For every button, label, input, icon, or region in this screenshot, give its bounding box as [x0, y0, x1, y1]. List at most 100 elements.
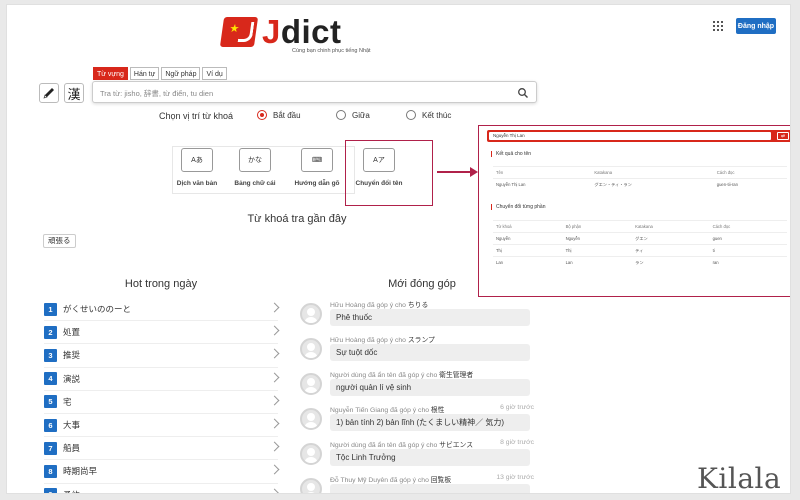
hot-word: 時期尚早	[63, 466, 98, 477]
radio-label: Bắt đầu	[273, 110, 301, 120]
avatar-icon	[300, 303, 322, 325]
feature-translate[interactable]: Aあ Dịch văn bản	[170, 148, 224, 187]
list-item[interactable]: 9 予約	[44, 484, 280, 493]
contributions-title: Mới đóng góp	[388, 278, 456, 290]
rank-badge: 6	[44, 418, 57, 432]
chevron-right-icon	[269, 418, 280, 429]
contributed-word: スランプ	[407, 337, 435, 344]
contributed-word: 回覧板	[430, 477, 452, 484]
table-cell: Nguyễn	[493, 232, 563, 245]
rank-badge: 4	[44, 372, 57, 386]
popup-convert-button[interactable]: ⇄	[777, 132, 789, 140]
contribution-time: 8 giờ trước	[500, 439, 534, 446]
list-item[interactable]: 8 時期尚早	[44, 460, 280, 484]
chevron-right-icon	[269, 348, 280, 359]
rank-badge: 9	[44, 488, 57, 493]
popup-parts-title: Chuyển đổi từng phần	[491, 204, 546, 210]
search-icon[interactable]	[517, 87, 529, 99]
tab-kanji[interactable]: Hán tự	[129, 67, 160, 80]
table-cell: guen	[709, 232, 787, 245]
search-input[interactable]	[100, 86, 500, 100]
hot-word: 船員	[63, 443, 81, 454]
login-button[interactable]: Đăng nhập	[736, 18, 776, 34]
avatar-icon	[300, 338, 322, 360]
logo-mark-icon: ★	[219, 17, 259, 47]
radio-start[interactable]: Bắt đầu	[257, 110, 301, 120]
list-item[interactable]: 2 処置	[44, 321, 280, 345]
chevron-right-icon	[269, 302, 280, 313]
logo-letter: J	[262, 13, 281, 50]
translate-icon: Aあ	[181, 148, 213, 172]
radio-middle[interactable]: Giữa	[336, 110, 370, 120]
feature-typing-guide[interactable]: ⌨ Hướng dẫn gõ	[290, 148, 344, 187]
popup-name-input[interactable]: Nguyễn Thị Lan	[489, 132, 771, 140]
keyboard-icon: ⌨	[301, 148, 333, 172]
contributor: Người dùng đã ẩn tên đã góp ý cho	[330, 372, 438, 379]
pen-icon	[43, 88, 54, 99]
radio-label: Kết thúc	[422, 110, 452, 120]
table-cell: guen-tii-ran	[713, 178, 787, 191]
jdict-logo[interactable]: ★ Jdict Cùng bạn chinh phục tiếng Nhật	[219, 15, 371, 54]
list-item[interactable]: 7 船員	[44, 437, 280, 461]
hot-word: 処置	[63, 327, 81, 338]
contributor: Hữu Hoàng đã góp ý cho	[330, 302, 406, 309]
annotation-highlight-frame	[345, 140, 433, 206]
list-item[interactable]: 4 演説	[44, 368, 280, 391]
contributed-word: 衛生管理者	[439, 372, 474, 379]
feature-label: Bảng chữ cái	[234, 180, 276, 187]
table-cell: ティ	[632, 244, 710, 257]
kilala-watermark: Kilala	[697, 462, 782, 495]
contribution-time: 13 giờ trước	[496, 474, 534, 481]
apps-grid-icon[interactable]	[713, 21, 723, 31]
radio-end[interactable]: Kết thúc	[406, 110, 451, 120]
table-header: Katakana	[591, 166, 714, 179]
radio-dot	[257, 110, 267, 120]
contributed-word: ちりる	[407, 302, 429, 309]
search-box	[92, 81, 537, 103]
rank-badge: 5	[44, 395, 57, 409]
rank-badge: 2	[44, 325, 57, 339]
table-cell: Nguyễn	[562, 232, 633, 245]
recent-search-chip[interactable]: 頑張る	[43, 234, 76, 248]
contribution-text: Sự tuột dốc	[330, 344, 530, 361]
contributor: Đỗ Thuy Mỹ Duyên đã góp ý cho	[330, 477, 429, 484]
tab-grammar[interactable]: Ngữ pháp	[161, 67, 201, 80]
list-item[interactable]: 3 推奨	[44, 344, 280, 368]
tab-vocabulary[interactable]: Từ vựng	[93, 67, 128, 80]
feature-label: Dịch văn bản	[176, 180, 218, 187]
feature-label: Hướng dẫn gõ	[294, 180, 340, 187]
table-header: Tên	[493, 166, 592, 179]
kanji-radical-button[interactable]: 漢	[64, 83, 84, 103]
contributor: Người dùng đã ẩn tên đã góp ý cho	[330, 442, 438, 449]
logo-rest: dict	[280, 13, 342, 50]
hot-word: 推奨	[63, 350, 81, 361]
table-header: Bộ phận	[562, 220, 633, 233]
handwrite-button[interactable]	[39, 83, 59, 103]
contribution-time: 6 giờ trước	[500, 404, 534, 411]
chevron-right-icon	[269, 488, 280, 493]
feature-alphabet[interactable]: かな Bảng chữ cái	[228, 148, 282, 187]
list-item[interactable]: 6 大事	[44, 414, 280, 438]
table-header: Katakana	[632, 220, 710, 233]
table-cell: ti	[709, 244, 787, 257]
radio-dot	[336, 110, 346, 120]
recent-searches-title: Từ khoá tra gần đây	[247, 213, 347, 225]
arrow-head-icon	[470, 167, 478, 177]
contribution-text: Tộc Linh Trưởng	[330, 449, 530, 466]
tab-examples[interactable]: Ví dụ	[202, 67, 227, 80]
logo-tagline: Cùng bạn chinh phục tiếng Nhật	[292, 48, 371, 54]
page: ★ Jdict Cùng bạn chinh phục tiếng Nhật Đ…	[6, 4, 791, 494]
popup-result-table: Tên Katakana Cách đọc Nguyễn Thị Lan グエン…	[493, 166, 787, 191]
contribution-text: 1) bản tính 2) bản lĩnh (たくましい精神／ 気力)	[330, 414, 530, 431]
chevron-right-icon	[269, 441, 280, 452]
rank-badge: 3	[44, 348, 57, 362]
list-item[interactable]: 5宅	[44, 391, 280, 414]
contributed-word: 根性	[430, 407, 445, 414]
contributed-word: サビエンス	[439, 442, 474, 449]
table-cell: グエン	[632, 232, 710, 245]
list-item[interactable]: 1 がくせいののーと	[44, 298, 280, 322]
table-cell: グエン・ティ・ラン	[591, 178, 714, 191]
hot-word: 演説	[63, 373, 81, 384]
table-cell: Lan	[562, 256, 633, 269]
table-cell: Lan	[493, 256, 563, 269]
